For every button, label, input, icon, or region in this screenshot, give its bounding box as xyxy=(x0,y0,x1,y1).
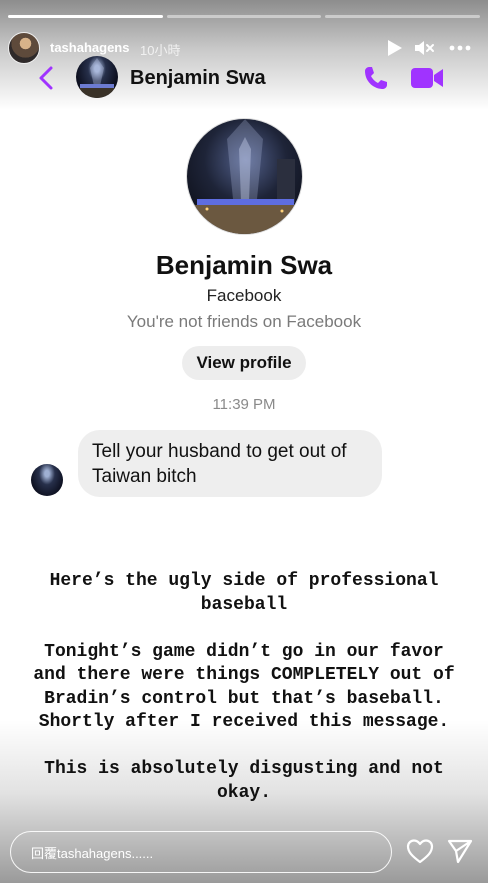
video-icon[interactable] xyxy=(410,65,444,91)
reply-input[interactable]: 回覆tashahagens...... xyxy=(10,831,392,873)
story-progress-segment xyxy=(8,15,163,18)
story-progress-segment xyxy=(325,15,481,18)
view-profile-button[interactable]: View profile xyxy=(182,346,306,380)
story-progress xyxy=(8,15,481,18)
contact-avatar[interactable] xyxy=(76,56,118,98)
story-caption: Here’s the ugly side of professional bas… xyxy=(33,571,455,803)
phone-icon[interactable] xyxy=(362,64,390,92)
heart-icon[interactable] xyxy=(406,838,434,864)
back-icon[interactable] xyxy=(36,64,56,92)
message-bubble[interactable]: Tell your husband to get out of Taiwan b… xyxy=(78,430,382,497)
conversation-header: Benjamin Swa xyxy=(0,56,488,100)
story-username[interactable]: tashahagens xyxy=(50,40,129,55)
sender-avatar[interactable] xyxy=(31,464,63,496)
profile-name: Benjamin Swa xyxy=(155,250,333,280)
message-timestamp: 11:39 PM xyxy=(212,396,276,413)
profile-picture[interactable] xyxy=(186,118,303,235)
profile-source: Facebook xyxy=(206,286,282,305)
send-icon[interactable] xyxy=(447,838,473,864)
friend-status: You're not friends on Facebook xyxy=(126,312,362,331)
story-progress-segment xyxy=(166,15,322,18)
contact-name[interactable]: Benjamin Swa xyxy=(130,67,266,90)
